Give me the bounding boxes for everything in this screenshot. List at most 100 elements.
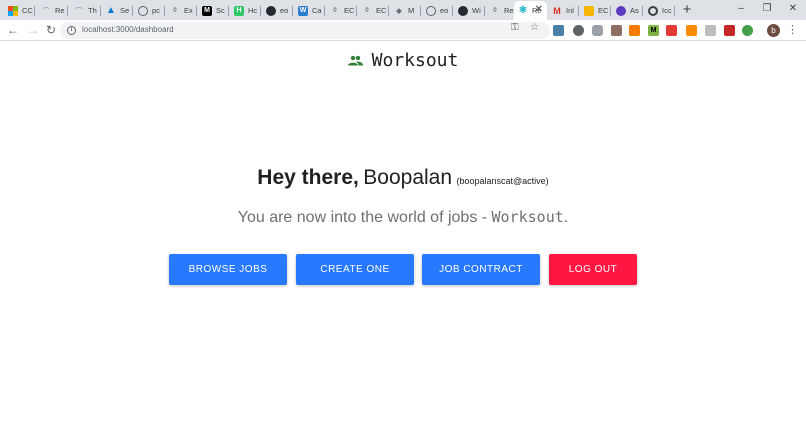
log-out-button[interactable]: LOG OUT [549, 254, 637, 285]
close-window-button[interactable]: ✕ [786, 2, 800, 16]
browser-tab[interactable]: H Hc [230, 1, 261, 20]
reload-icon[interactable]: ↻ [44, 23, 58, 37]
forward-arrow-icon[interactable]: → [26, 23, 40, 37]
tab-title: eo [280, 6, 289, 15]
greeting: Hey there, Boopalan (boopalanscat@active… [0, 166, 806, 190]
globe-icon [138, 5, 148, 16]
electron-icon: ◊ [365, 7, 369, 14]
back-arrow-icon[interactable]: ← [6, 23, 20, 37]
browser-tab[interactable]: ◊ Re [486, 1, 514, 20]
metamask-icon[interactable] [686, 25, 697, 36]
page-icon: ⌒ [42, 7, 50, 15]
medium-icon: M [202, 5, 212, 16]
browser-tab[interactable]: ⌒ Th [70, 1, 101, 20]
tab-title: Re [55, 6, 65, 15]
browser-tab[interactable]: eo [262, 1, 293, 20]
extension-icon[interactable] [742, 25, 753, 36]
browser-tab[interactable]: Icc [644, 1, 675, 20]
avatar[interactable]: b [767, 24, 780, 37]
tab-title: EC [344, 6, 355, 15]
browse-jobs-button[interactable]: BROWSE JOBS [169, 254, 287, 285]
greeting-hey: Hey there, [257, 166, 359, 189]
word-icon: W [298, 5, 308, 16]
address-bar[interactable]: i localhost:3000/dashboard [60, 22, 550, 39]
browser-tab[interactable]: M Inl [548, 1, 579, 20]
app-title: Worksout [371, 50, 459, 71]
browser-tab[interactable]: ◊ EC [358, 1, 389, 20]
tab-title: Re [504, 6, 514, 15]
browser-tab[interactable]: CC [4, 1, 35, 20]
tagline-text: You are now into the world of jobs - [237, 209, 492, 226]
tab-title: Th [88, 6, 97, 15]
browser-tab[interactable]: As [612, 1, 643, 20]
tab-title: Ca [312, 6, 322, 15]
info-icon[interactable]: i [67, 26, 76, 35]
extension-icon[interactable] [705, 25, 716, 36]
tab-title: eo [440, 6, 449, 15]
lifebuoy-icon [648, 5, 658, 16]
tab-title: Wi [472, 6, 481, 15]
tab-title: M [408, 6, 415, 15]
menu-icon[interactable]: ⋮ [787, 23, 798, 37]
browser-tab[interactable]: ▲ Se [102, 1, 133, 20]
tab-title: EC [598, 6, 609, 15]
browser-tab[interactable]: ◊ Ex [166, 1, 197, 20]
browser-tab[interactable]: M Sc [198, 1, 229, 20]
browser-tab[interactable]: eo [422, 1, 453, 20]
minimize-button[interactable]: – [734, 2, 748, 16]
browser-toolbar: ← → ↻ i localhost:3000/dashboard ⚿ ☆ M b… [0, 20, 806, 41]
user-handle: (boopalanscat@active) [456, 176, 549, 186]
hackerrank-icon: H [234, 5, 244, 16]
tab-strip: CC ⌒ Re ⌒ Th ▲ Se pc ◊ Ex M Sc H Hc eo W Ca ◊ EC… [0, 0, 806, 20]
browser-tab[interactable]: EC [580, 1, 611, 20]
extension-icon[interactable] [611, 25, 622, 36]
github-icon [266, 5, 276, 16]
extension-icon[interactable]: M [648, 25, 659, 36]
extension-icon[interactable] [629, 25, 640, 36]
tab-title: EC [376, 6, 387, 15]
page-icon: ⌒ [75, 7, 83, 15]
people-icon [347, 55, 363, 66]
browser-tab[interactable]: ⌒ Re [37, 1, 68, 20]
new-tab-button[interactable]: + [680, 2, 694, 18]
browser-tab[interactable]: Wi [454, 1, 485, 20]
microsoft-icon [8, 5, 18, 16]
star-icon[interactable]: ☆ [530, 22, 539, 33]
extension-icon[interactable] [553, 25, 564, 36]
tagline-brand: Worksout [491, 208, 564, 226]
gmail-icon: M [553, 5, 561, 16]
tab-title: Icc [662, 6, 672, 15]
asana-icon [616, 5, 626, 16]
tab-title: pc [152, 6, 160, 15]
globe-icon [426, 5, 436, 16]
diamond-icon: ◈ [396, 7, 402, 15]
electron-icon: ◊ [333, 7, 337, 14]
extension-icon[interactable] [573, 25, 584, 36]
create-one-button[interactable]: CREATE ONE [296, 254, 414, 285]
github-icon [458, 5, 468, 16]
url-text[interactable]: localhost:3000/dashboard [82, 25, 174, 34]
user-name: Boopalan [363, 166, 453, 189]
slides-icon [584, 5, 594, 16]
restore-button[interactable]: ❐ [760, 2, 774, 16]
extension-icon[interactable] [724, 25, 735, 36]
react-icon: ⚛ [518, 5, 528, 16]
tab-title: Sc [216, 6, 225, 15]
browser-tab[interactable]: W Ca [294, 1, 325, 20]
tab-title: Inl [566, 6, 574, 15]
electron-icon: ◊ [173, 7, 177, 14]
app-header: Worksout [0, 50, 806, 71]
browser-tab-active[interactable]: ⚛ Re ✕ [514, 1, 547, 20]
close-tab-icon[interactable]: ✕ [535, 4, 543, 15]
azure-icon: ▲ [106, 5, 116, 16]
extension-icon[interactable] [666, 25, 677, 36]
tab-title: Hc [248, 6, 258, 15]
key-icon[interactable]: ⚿ [511, 22, 519, 33]
browser-tab[interactable]: ◈ M [390, 1, 421, 20]
browser-tab[interactable]: pc [134, 1, 165, 20]
tagline-suffix: . [563, 209, 569, 226]
job-contract-button[interactable]: JOB CONTRACT [422, 254, 540, 285]
browser-tab[interactable]: ◊ EC [326, 1, 357, 20]
camera-icon[interactable] [592, 25, 603, 36]
tab-title: CC [22, 6, 33, 15]
